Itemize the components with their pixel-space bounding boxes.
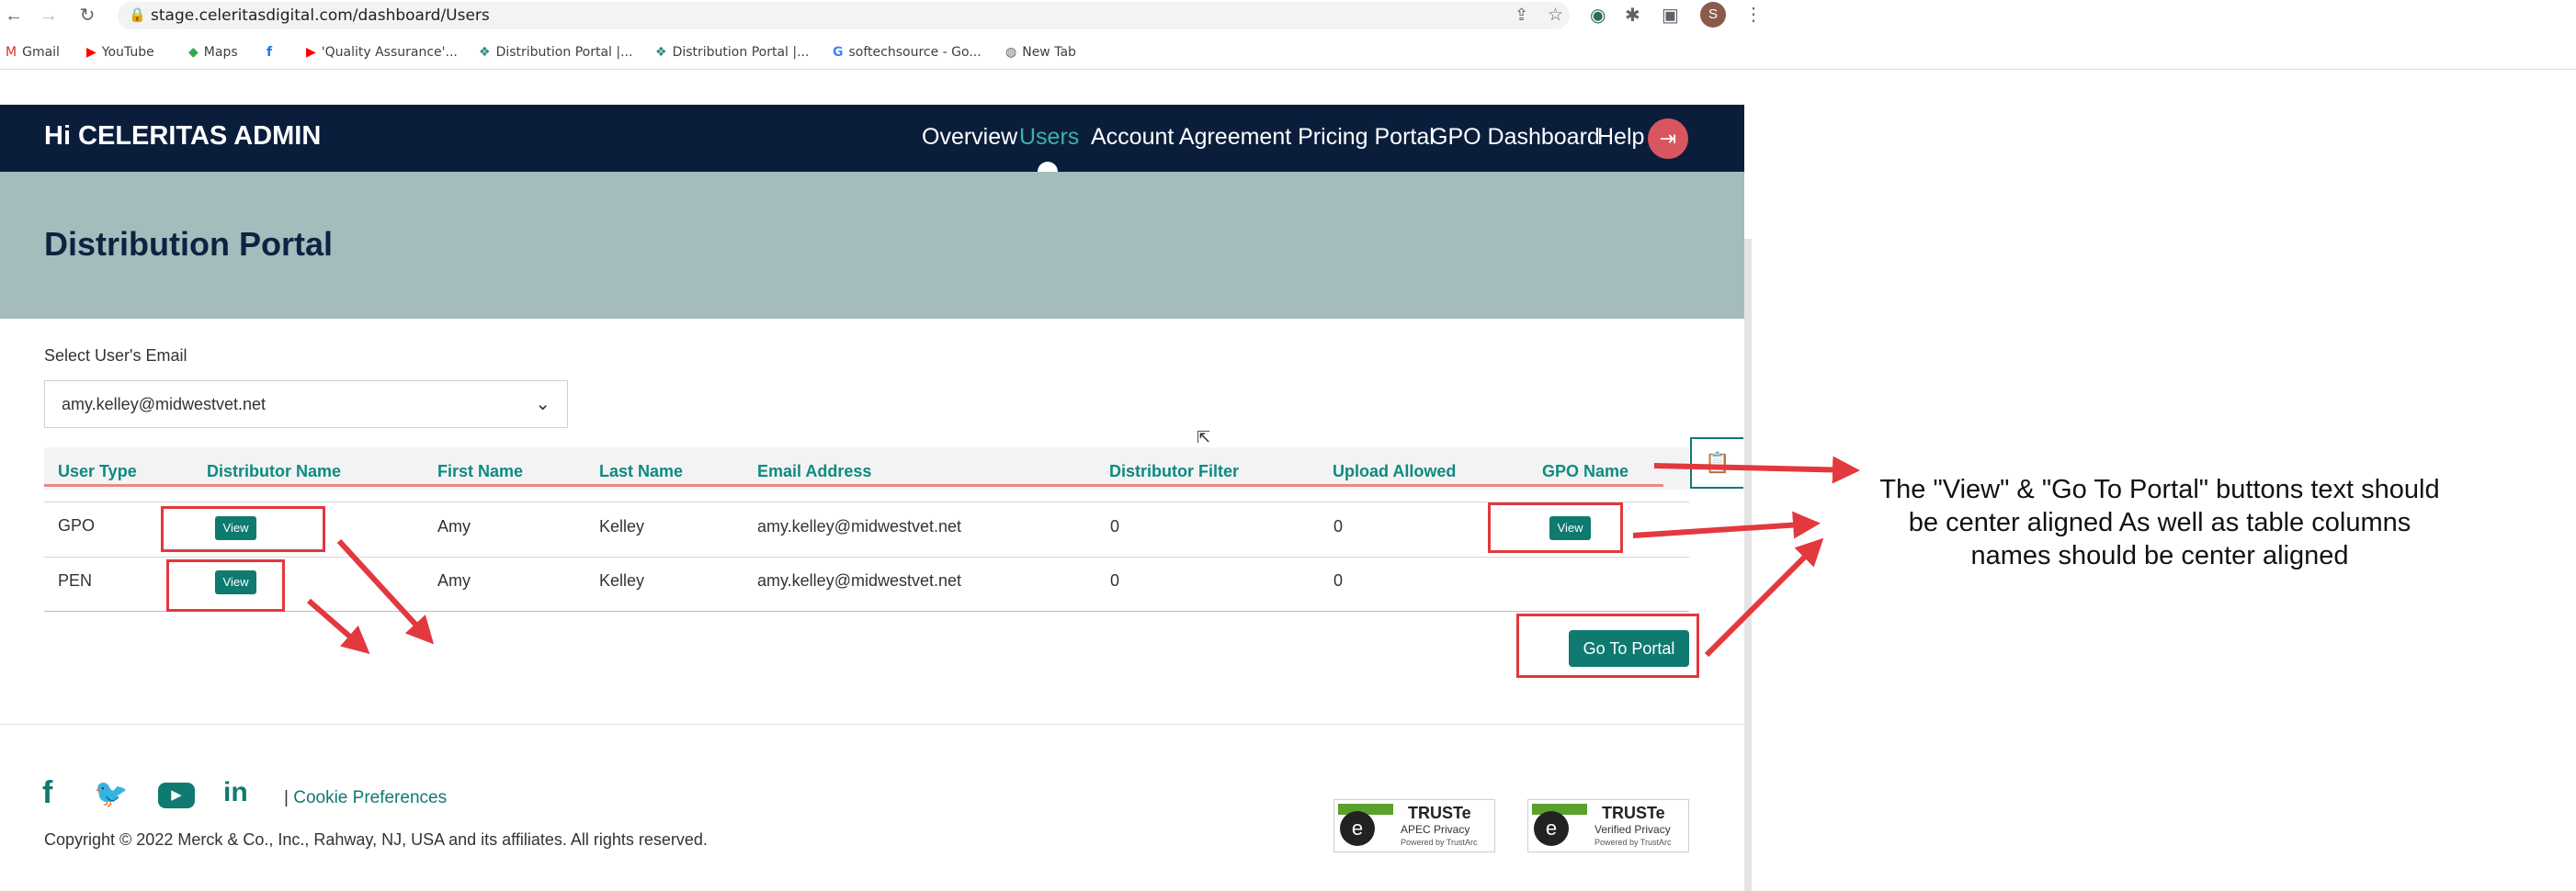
annotation-note: The "View" & "Go To Portal" buttons text…: [1829, 473, 2491, 572]
annotation-arrow: [1632, 511, 1821, 539]
annotation-line-2: be center aligned As well as table colum…: [1908, 508, 2411, 537]
annotation-arrow: [1653, 456, 1860, 484]
annotation-line-3: names should be center aligned: [1970, 541, 2349, 570]
annotation-arrow: [336, 538, 435, 645]
annotation-line-1: The "View" & "Go To Portal" buttons text…: [1879, 475, 2440, 504]
annotation-arrow: [1704, 537, 1824, 658]
annotation-arrows: [307, 456, 1860, 658]
annotation-arrow: [307, 598, 370, 654]
